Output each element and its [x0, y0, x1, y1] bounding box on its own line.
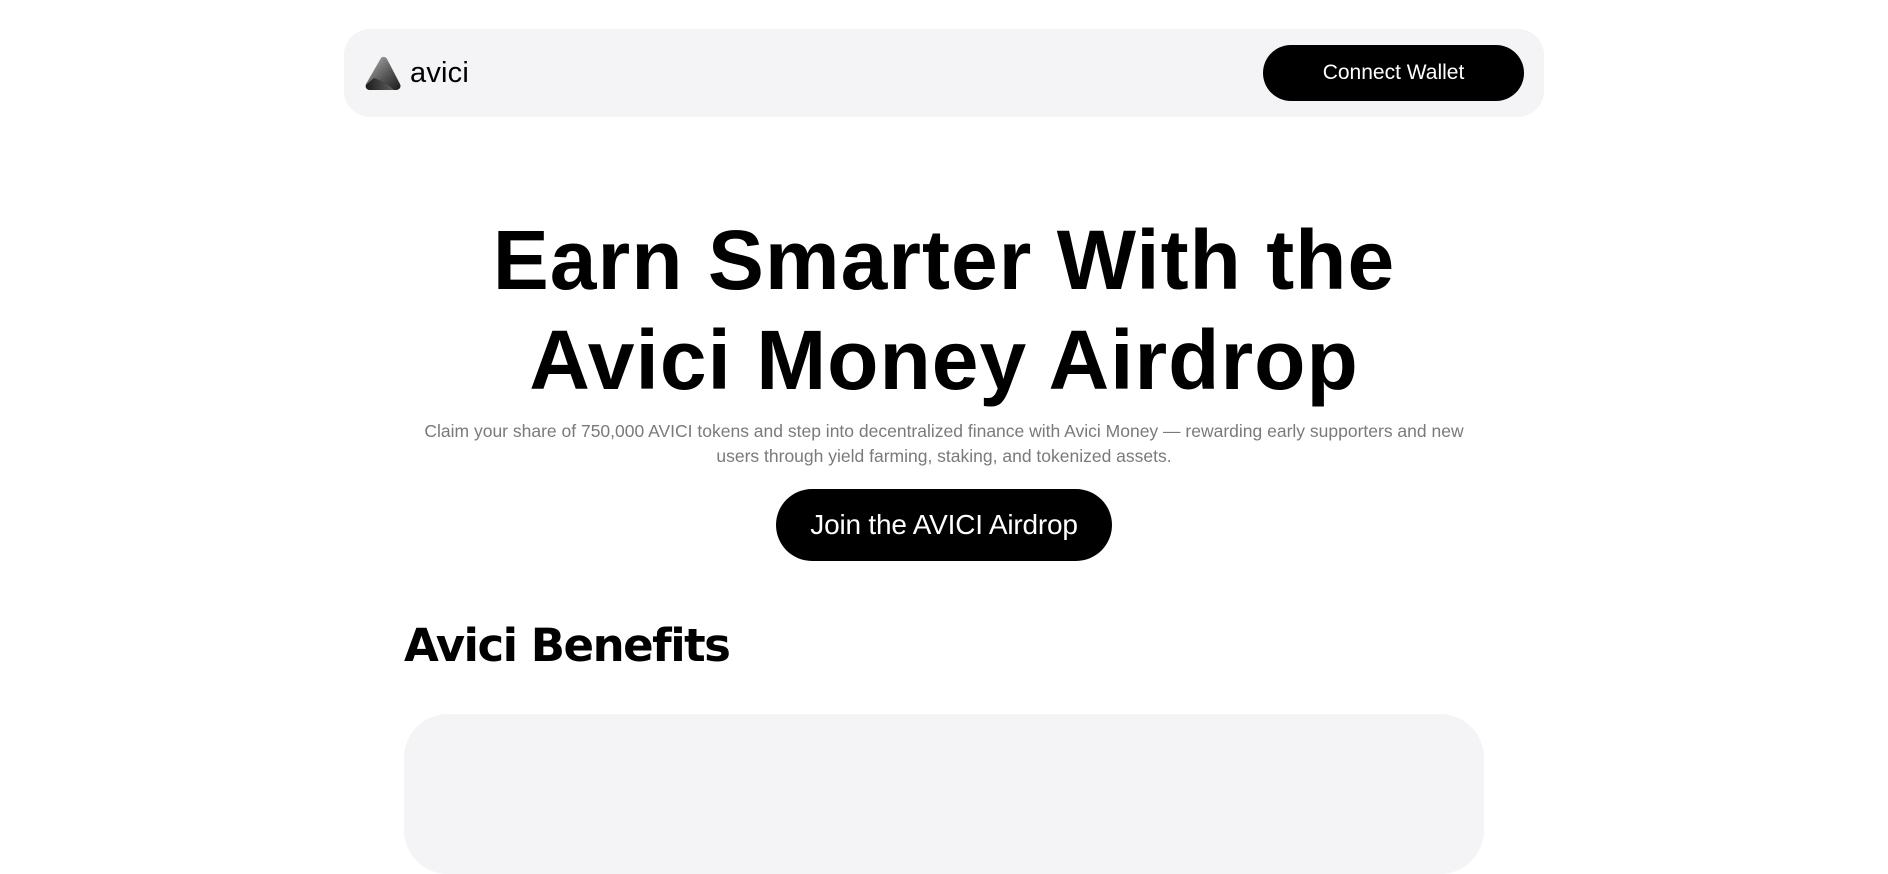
hero-title-line-1: Earn Smarter With the — [492, 213, 1396, 307]
top-navbar: avici Connect Wallet — [344, 29, 1544, 117]
connect-wallet-button[interactable]: Connect Wallet — [1263, 45, 1524, 101]
hero-title-line-2: Avici Money Airdrop — [529, 313, 1359, 407]
hero-title: Earn Smarter With the Avici Money Airdro… — [344, 210, 1544, 410]
hero-subtitle: Claim your share of 750,000 AVICI tokens… — [424, 421, 1464, 466]
brand-name: avici — [410, 56, 470, 89]
join-airdrop-button[interactable]: Join the AVICI Airdrop — [776, 489, 1112, 561]
triangle-logo-icon — [365, 56, 401, 90]
benefits-title: Avici Benefits — [404, 619, 731, 672]
brand[interactable]: avici — [364, 53, 469, 93]
benefits-card — [404, 714, 1484, 874]
